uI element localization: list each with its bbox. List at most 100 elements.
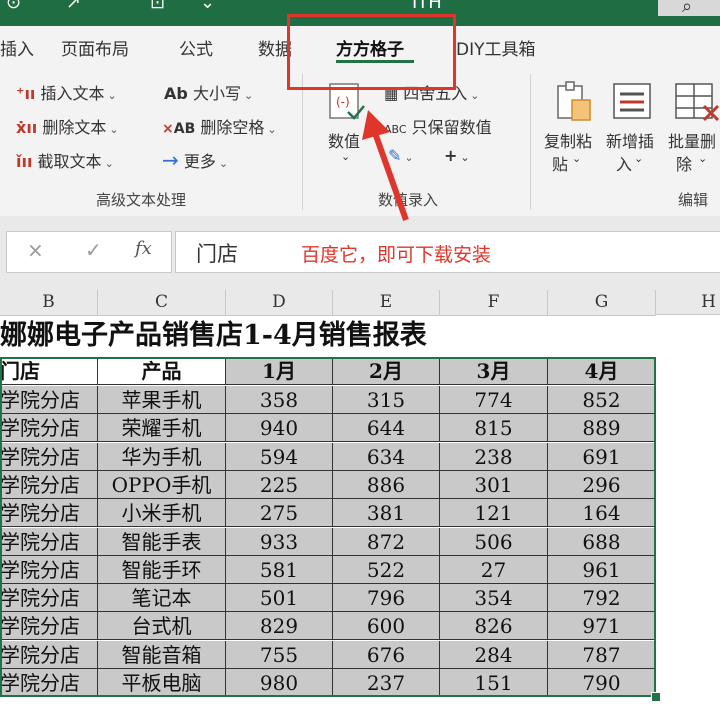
table-cell[interactable]: 238 [440,442,548,471]
table-cell[interactable]: 学院分店 [0,442,98,471]
table-cell[interactable]: 886 [333,470,440,499]
table-cell[interactable]: 智能手表 [98,527,226,556]
table-cell[interactable]: 980 [226,669,333,697]
column-header[interactable]: B [0,290,98,316]
table-cell[interactable]: 688 [548,527,656,556]
table-cell[interactable]: 940 [226,414,333,443]
table-cell[interactable]: 苹果手机 [98,386,226,414]
table-cell[interactable]: 961 [548,555,656,584]
formula-input[interactable]: 门店 百度它，即可下载安装 [175,231,720,273]
copy-paste-button-line2[interactable]: 贴 [552,151,568,175]
table-cell[interactable]: 933 [226,527,333,556]
table-cell[interactable]: 学院分店 [0,414,98,443]
table-cell[interactable]: 787 [548,640,656,669]
table-cell[interactable]: 792 [548,584,656,613]
table-cell[interactable]: 501 [226,584,333,613]
delete-text-button[interactable]: ẋıı 删除文本 ⌄ [16,114,119,138]
table-cell[interactable]: 852 [548,386,656,414]
table-cell[interactable]: 644 [333,414,440,443]
table-cell[interactable]: 691 [548,442,656,471]
table-cell[interactable]: 358 [226,386,333,414]
customize-icon[interactable]: ⌄ [200,0,215,13]
column-header[interactable]: H [656,290,720,315]
case-button[interactable]: Ab 大小写 ⌄ [164,80,253,104]
column-header[interactable]: E [333,290,440,316]
table-cell[interactable]: 151 [440,669,548,697]
column-header[interactable]: G [548,290,656,316]
table-cell[interactable]: 小米手机 [98,499,226,528]
table-cell[interactable]: 600 [333,612,440,641]
table-cell[interactable]: 164 [548,499,656,528]
table-cell[interactable]: 296 [548,470,656,499]
remove-spaces-button[interactable]: ×AB 删除空格 ⌄ [162,114,277,138]
table-cell[interactable]: 智能手环 [98,555,226,584]
table-cell[interactable]: OPPO手机 [98,470,226,499]
table-cell[interactable]: 815 [440,414,548,443]
fill-handle[interactable] [651,692,661,703]
table-cell[interactable]: 634 [333,442,440,471]
sheet-title[interactable]: 娜娜电子产品销售店1-4月销售报表 [0,316,427,356]
table-cell[interactable]: 学院分店 [0,499,98,528]
header-cell[interactable]: 1月 [226,357,333,385]
table-cell[interactable]: 790 [548,669,656,697]
table-cell[interactable]: 学院分店 [0,584,98,613]
table-cell[interactable]: 学院分店 [0,555,98,584]
header-cell[interactable]: 门店 [0,357,98,385]
insert-function-icon[interactable]: fx [135,238,152,259]
table-cell[interactable]: 381 [333,499,440,528]
table-cell[interactable]: 826 [440,612,548,641]
header-cell[interactable]: 3月 [440,357,548,385]
table-cell[interactable]: 315 [333,386,440,414]
table-cell[interactable]: 889 [548,414,656,443]
cut-text-button[interactable]: ǐıı 截取文本 ⌄ [16,148,114,172]
table-cell[interactable]: 506 [440,527,548,556]
more-button[interactable]: → 更多 ⌄ [162,148,228,172]
tab-page-layout[interactable]: 页面布局 [61,35,129,60]
table-cell[interactable]: 284 [440,640,548,669]
table-cell[interactable]: 学院分店 [0,386,98,414]
new-insert-button[interactable]: 新增插 [606,128,654,152]
table-cell[interactable]: 225 [226,470,333,499]
column-header[interactable]: D [226,290,333,316]
table-cell[interactable]: 676 [333,640,440,669]
tab-formulas[interactable]: 公式 [179,35,213,60]
table-cell[interactable]: 755 [226,640,333,669]
column-header[interactable]: F [440,290,548,316]
table-cell[interactable]: 796 [333,584,440,613]
table-cell[interactable]: 354 [440,584,548,613]
table-cell[interactable]: 594 [226,442,333,471]
table-cell[interactable]: 872 [333,527,440,556]
table-cell[interactable]: 学院分店 [0,470,98,499]
table-cell[interactable]: 笔记本 [98,584,226,613]
table-cell[interactable]: 平板电脑 [98,669,226,697]
table-cell[interactable]: 学院分店 [0,640,98,669]
table-cell[interactable]: 121 [440,499,548,528]
search-box[interactable]: ⌕ [658,0,720,17]
table-cell[interactable]: 581 [226,555,333,584]
chevron-down-icon[interactable]: ⌄ [341,150,350,163]
table-cell[interactable]: 智能音箱 [98,640,226,669]
autosave-icon[interactable]: ⊙ [6,0,21,13]
tab-insert[interactable]: 插入 [0,35,34,60]
table-cell[interactable]: 829 [226,612,333,641]
header-cell[interactable]: 产品 [98,357,226,385]
new-insert-icon[interactable] [612,82,656,122]
table-cell[interactable]: 275 [226,499,333,528]
table-cell[interactable]: 301 [440,470,548,499]
table-cell[interactable]: 774 [440,386,548,414]
cancel-icon[interactable]: × [27,238,44,262]
new-insert-button-line2[interactable]: 入 [616,151,632,175]
header-cell[interactable]: 4月 [548,357,656,385]
table-cell[interactable]: 522 [333,555,440,584]
table-cell[interactable]: 971 [548,612,656,641]
header-cell[interactable]: 2月 [333,357,440,385]
table-cell[interactable]: 学院分店 [0,527,98,556]
batch-delete-button-line2[interactable]: 除 [676,151,692,175]
copy-paste-button[interactable]: 复制粘 [544,128,592,152]
table-cell[interactable]: 荣耀手机 [98,414,226,443]
table-cell[interactable]: 237 [333,669,440,697]
value-button[interactable]: 数值 [328,128,360,152]
save-icon[interactable]: ⊡ [150,0,165,13]
enter-icon[interactable]: ✓ [85,238,102,262]
table-cell[interactable]: 华为手机 [98,442,226,471]
